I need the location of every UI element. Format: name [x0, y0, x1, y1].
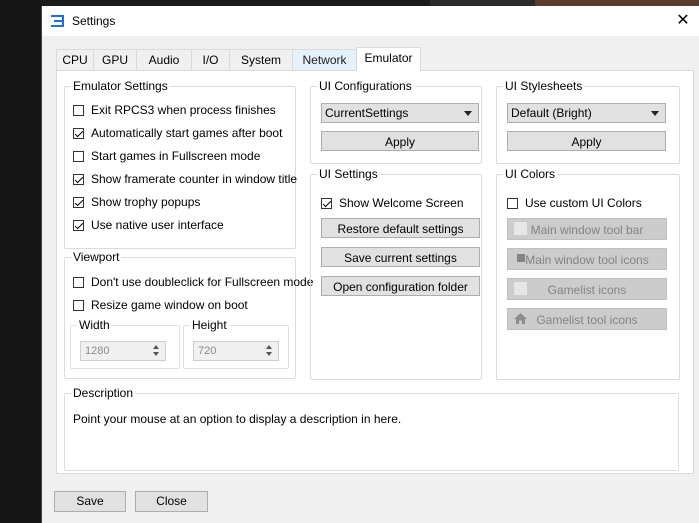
- button-label: Main window tool bar: [530, 223, 644, 237]
- background-desktop: [0, 0, 41, 523]
- checkbox-box[interactable]: [73, 127, 84, 139]
- ui-colors-group: UI Colors Use custom UI Colors Main wind…: [496, 167, 680, 380]
- button-label: Main window tool icons: [525, 253, 649, 267]
- gamelist-icons-color-button[interactable]: Gamelist icons: [507, 278, 667, 300]
- checkbox-label: Show trophy popups: [91, 195, 201, 209]
- checkbox-label: Use native user interface: [91, 218, 224, 232]
- color-swatch-icon: [514, 222, 527, 235]
- ui-configuration-apply-button[interactable]: Apply: [321, 131, 479, 151]
- group-title: Viewport: [71, 250, 122, 264]
- checkbox-box[interactable]: [507, 197, 518, 209]
- description-group: Description Point your mouse at an optio…: [64, 386, 679, 471]
- checkbox-auto-start[interactable]: Automatically start games after boot: [73, 125, 282, 141]
- width-group: Width 1280: [70, 318, 180, 369]
- gamelist-tool-icons-color-button[interactable]: Gamelist tool icons: [507, 308, 667, 330]
- tab-system[interactable]: System: [229, 49, 293, 70]
- ui-stylesheet-apply-button[interactable]: Apply: [507, 131, 666, 151]
- close-icon[interactable]: ✕: [672, 10, 694, 32]
- width-value: 1280: [85, 345, 110, 357]
- tab-audio[interactable]: Audio: [136, 49, 192, 70]
- checkbox-fullscreen[interactable]: Start games in Fullscreen mode: [73, 148, 260, 164]
- checkbox-label: Resize game window on boot: [91, 298, 248, 312]
- emulator-settings-group: Emulator Settings Exit RPCS3 when proces…: [64, 79, 297, 249]
- height-label: Height: [190, 318, 229, 332]
- width-spinbox[interactable]: 1280: [80, 341, 166, 361]
- tab-gpu[interactable]: GPU: [93, 49, 137, 70]
- ui-settings-group: UI Settings Show Welcome Screen Restore …: [310, 167, 482, 380]
- checkbox-box[interactable]: [73, 196, 84, 208]
- chevron-down-icon: [651, 111, 659, 116]
- spin-arrows-icon[interactable]: [265, 344, 275, 358]
- settings-dialog: Settings ✕ CPU GPU Audio I/O System Netw…: [41, 6, 699, 523]
- checkbox-box[interactable]: [73, 276, 84, 288]
- color-swatch-icon: [514, 282, 527, 295]
- checkbox-label: Show framerate counter in window title: [91, 172, 298, 186]
- checkbox-label: Don't use doubleclick for Fullscreen mod…: [91, 275, 314, 289]
- group-title: UI Settings: [317, 167, 380, 181]
- group-title: UI Colors: [503, 167, 558, 181]
- checkbox-native-ui[interactable]: Use native user interface: [73, 217, 224, 233]
- viewport-group: Viewport Don't use doubleclick for Fulls…: [64, 250, 313, 379]
- checkbox-label: Show Welcome Screen: [339, 196, 464, 210]
- save-current-settings-button[interactable]: Save current settings: [321, 247, 480, 267]
- height-spinbox[interactable]: 720: [193, 341, 279, 361]
- group-title: Description: [71, 386, 136, 400]
- tab-io[interactable]: I/O: [191, 49, 230, 70]
- description-text: Point your mouse at an option to display…: [73, 412, 402, 426]
- checkbox-custom-colors[interactable]: Use custom UI Colors: [507, 195, 642, 211]
- button-label: Gamelist tool icons: [536, 313, 638, 327]
- color-swatch-icon: [517, 254, 525, 262]
- window-title: Settings: [72, 14, 116, 28]
- checkbox-box[interactable]: [73, 173, 84, 185]
- height-value: 720: [198, 345, 217, 357]
- checkbox-resize-window[interactable]: Resize game window on boot: [73, 297, 248, 313]
- button-label: Gamelist icons: [547, 283, 627, 297]
- rpcs3-icon: [51, 15, 64, 27]
- ui-stylesheet-select[interactable]: Default (Bright): [507, 103, 666, 123]
- checkbox-box[interactable]: [321, 197, 332, 209]
- group-title: UI Stylesheets: [503, 79, 585, 93]
- checkbox-box[interactable]: [73, 219, 84, 231]
- checkbox-show-welcome[interactable]: Show Welcome Screen: [321, 195, 464, 211]
- ui-configurations-group: UI Configurations CurrentSettings Apply: [310, 79, 482, 164]
- checkbox-trophy[interactable]: Show trophy popups: [73, 194, 200, 210]
- main-window-toolbar-color-button[interactable]: Main window tool bar: [507, 218, 667, 240]
- emulator-tab-panel: Emulator Settings Exit RPCS3 when proces…: [56, 70, 694, 474]
- checkbox-box[interactable]: [73, 299, 84, 311]
- open-config-folder-button[interactable]: Open configuration folder: [321, 276, 480, 296]
- ui-stylesheet-value: Default (Bright): [511, 106, 592, 120]
- ui-configuration-value: CurrentSettings: [325, 106, 409, 120]
- checkbox-box[interactable]: [73, 104, 84, 116]
- ui-configuration-select[interactable]: CurrentSettings: [321, 103, 479, 123]
- chevron-down-icon: [464, 111, 472, 116]
- tab-network[interactable]: Network: [292, 49, 357, 70]
- checkbox-label: Start games in Fullscreen mode: [91, 149, 261, 163]
- title-bar: Settings ✕: [42, 6, 699, 36]
- checkbox-doubleclick[interactable]: Don't use doubleclick for Fullscreen mod…: [73, 274, 313, 290]
- width-label: Width: [77, 318, 112, 332]
- checkbox-label: Automatically start games after boot: [91, 126, 283, 140]
- main-window-tool-icons-color-button[interactable]: Main window tool icons: [507, 248, 667, 270]
- height-group: Height 720: [183, 318, 289, 369]
- group-title: Emulator Settings: [71, 79, 170, 93]
- home-icon: [514, 313, 527, 324]
- save-button[interactable]: Save: [54, 491, 126, 512]
- checkbox-exit-rpcs3[interactable]: Exit RPCS3 when process finishes: [73, 102, 276, 118]
- tab-cpu[interactable]: CPU: [56, 49, 94, 70]
- restore-default-button[interactable]: Restore default settings: [321, 218, 480, 238]
- group-title: UI Configurations: [317, 79, 414, 93]
- spin-arrows-icon[interactable]: [152, 344, 162, 358]
- ui-stylesheets-group: UI Stylesheets Default (Bright) Apply: [496, 79, 680, 164]
- close-button[interactable]: Close: [135, 491, 208, 512]
- checkbox-box[interactable]: [73, 150, 84, 162]
- checkbox-framerate[interactable]: Show framerate counter in window title: [73, 171, 297, 187]
- checkbox-label: Use custom UI Colors: [525, 196, 642, 210]
- checkbox-label: Exit RPCS3 when process finishes: [91, 103, 276, 117]
- tab-emulator[interactable]: Emulator: [356, 47, 421, 71]
